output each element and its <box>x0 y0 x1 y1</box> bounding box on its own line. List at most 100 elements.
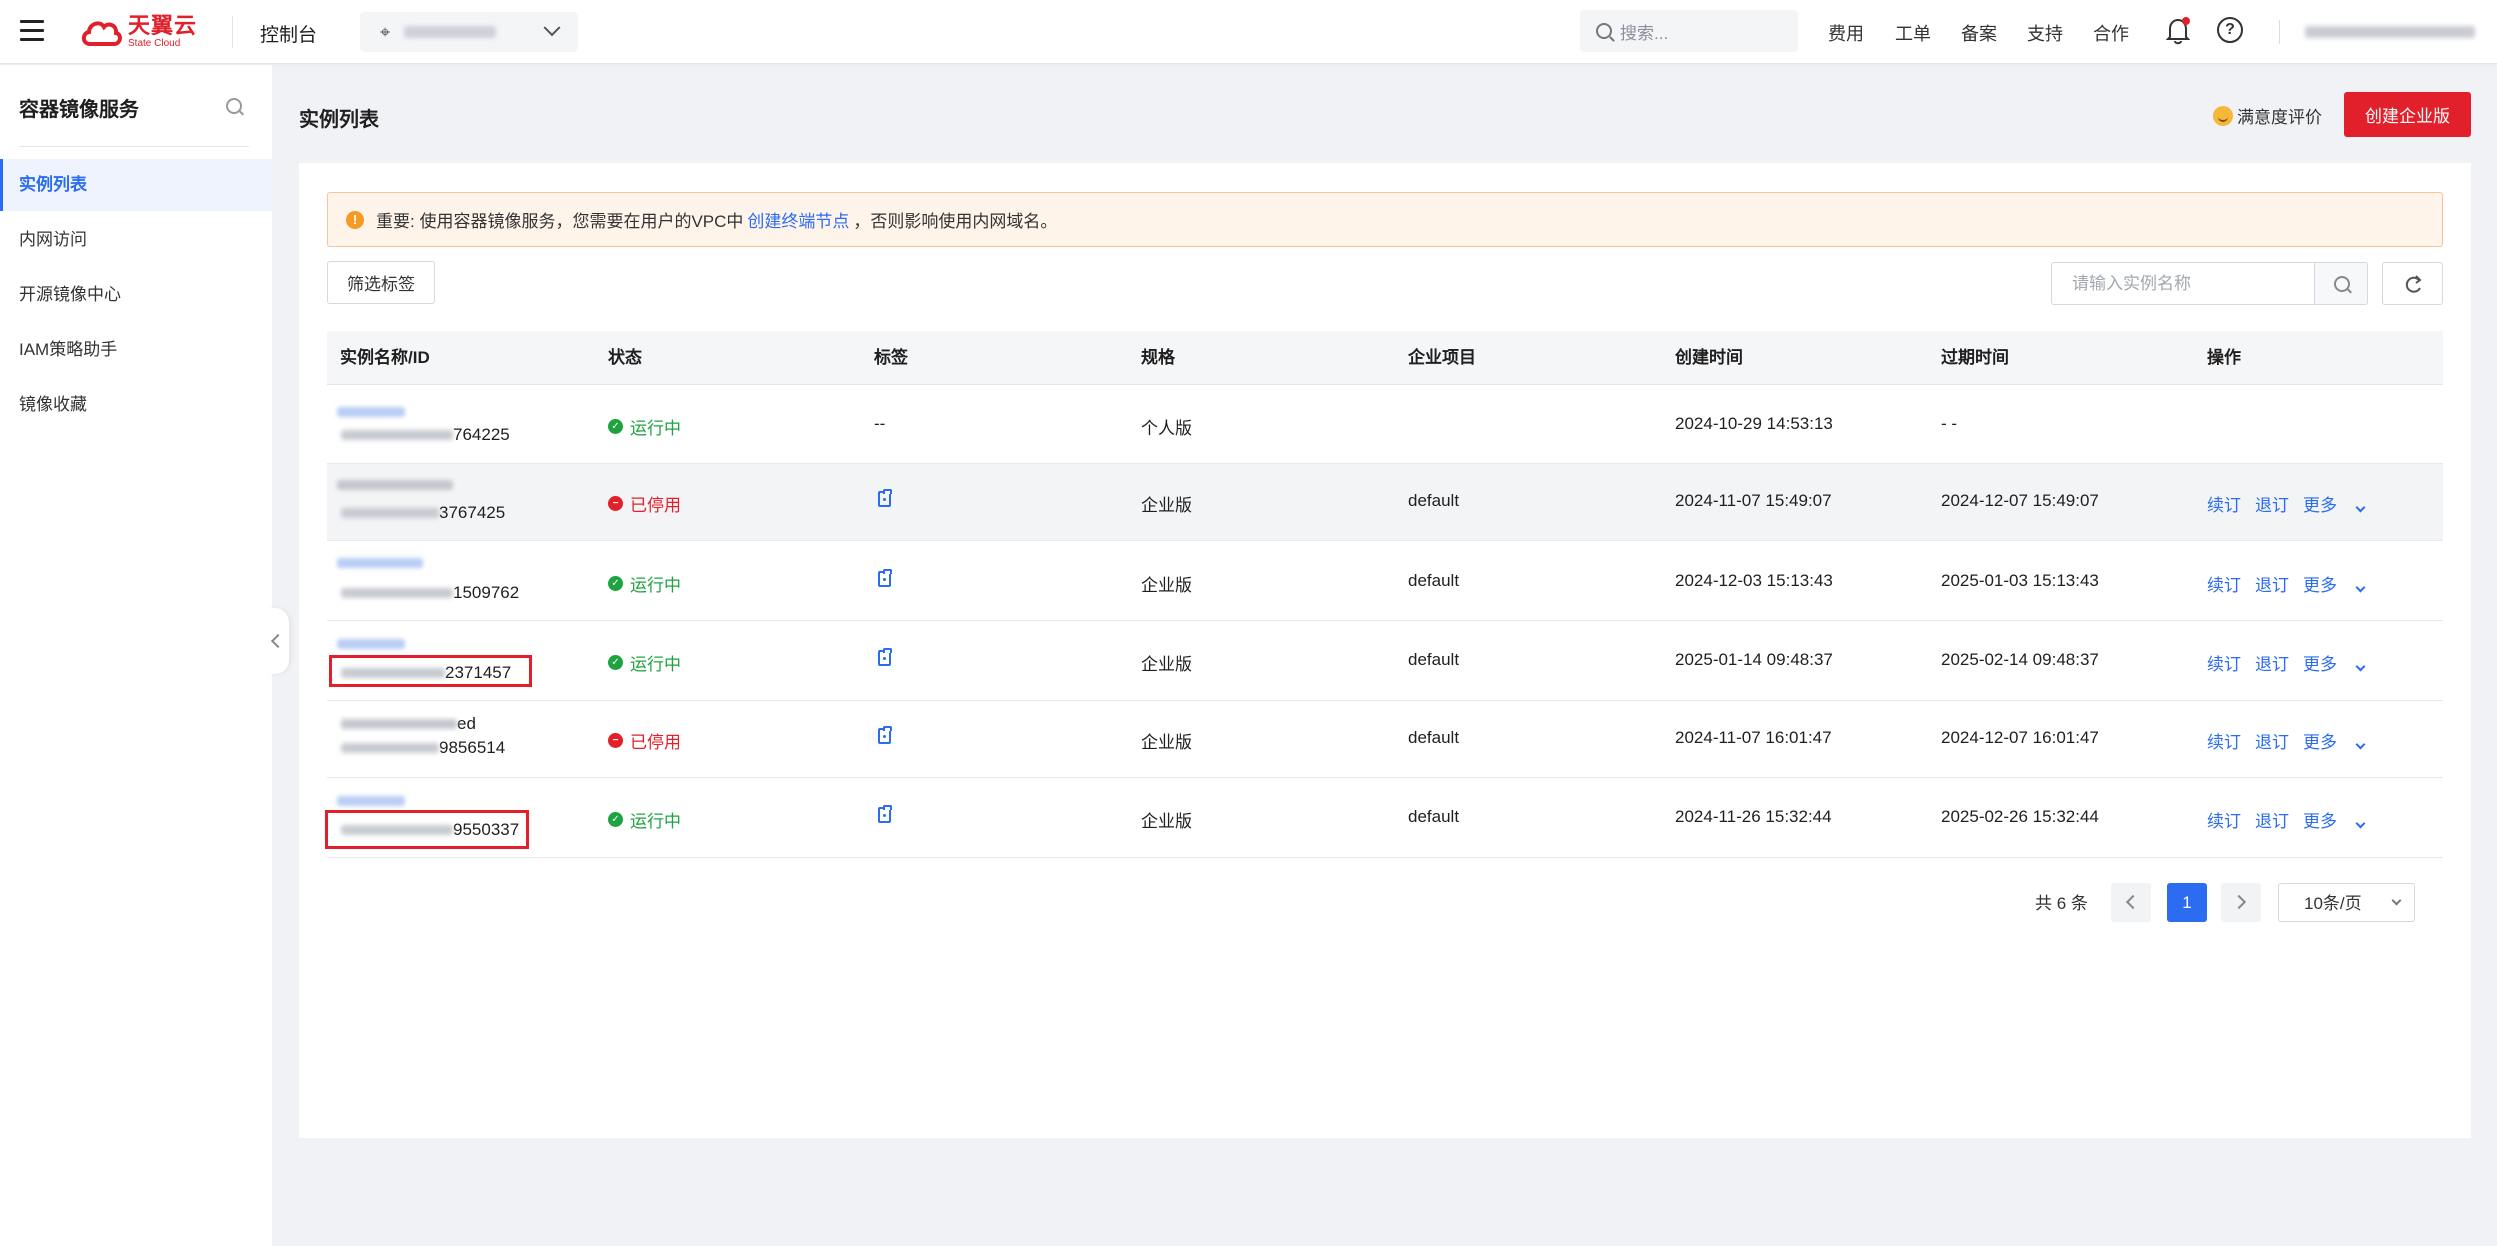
renew-link[interactable]: 续订 <box>2207 807 2241 832</box>
nav-support[interactable]: 支持 <box>2027 20 2063 46</box>
next-page-button[interactable] <box>2221 883 2261 922</box>
page-size-select[interactable]: 10条/页 <box>2278 883 2415 922</box>
console-link[interactable]: 控制台 <box>260 20 317 47</box>
spec-value: 企业版 <box>1141 576 1192 595</box>
tag-icon <box>878 726 892 744</box>
sidebar-collapse-handle[interactable] <box>267 608 289 674</box>
more-label: 更多 <box>2303 655 2337 674</box>
tag-empty: -- <box>874 414 886 433</box>
page-number-current[interactable]: 1 <box>2167 883 2207 922</box>
nav-fees[interactable]: 费用 <box>1828 20 1864 46</box>
create-endpoint-link[interactable]: 创建终端节点 <box>747 207 849 232</box>
nav-filing[interactable]: 备案 <box>1961 20 1997 46</box>
sidebar-item-open-source-mirror[interactable]: 开源镜像中心 <box>0 269 272 321</box>
filter-tags-button[interactable]: 筛选标签 <box>327 261 435 304</box>
chevron-down-icon <box>2355 582 2366 593</box>
sidebar-title: 容器镜像服务 <box>19 99 139 121</box>
row-actions: 续订 退订 更多 <box>2207 571 2366 596</box>
spec-value: 企业版 <box>1141 655 1192 674</box>
col-header-project: 企业项目 <box>1408 348 1476 367</box>
sidebar-item-intranet-access[interactable]: 内网访问 <box>0 214 272 266</box>
renew-link[interactable]: 续订 <box>2207 650 2241 675</box>
tag-button[interactable] <box>878 648 892 666</box>
sidebar-item-iam-helper[interactable]: IAM策略助手 <box>0 324 272 376</box>
divider <box>2279 20 2280 44</box>
refresh-icon <box>2405 275 2422 293</box>
search-button[interactable] <box>2314 262 2368 305</box>
prev-page-button[interactable] <box>2111 883 2151 922</box>
page-title: 实例列表 <box>299 109 379 131</box>
tag-button[interactable] <box>878 805 892 823</box>
more-dropdown[interactable]: 更多 <box>2303 650 2366 675</box>
unsubscribe-link[interactable]: 退订 <box>2255 571 2289 596</box>
more-dropdown[interactable]: 更多 <box>2303 728 2366 753</box>
instance-name-link[interactable]: ed <box>341 714 476 734</box>
row-actions: 续订 退订 更多 <box>2207 807 2366 832</box>
help-icon[interactable]: ? <box>2217 17 2243 43</box>
spec-value: 企业版 <box>1141 496 1192 515</box>
nav-partner[interactable]: 合作 <box>2093 20 2129 46</box>
spec-value: 企业版 <box>1141 812 1192 831</box>
notice-prefix: 重要: 使用容器镜像服务，您需要在用户的VPC中 <box>376 212 744 231</box>
unsubscribe-link[interactable]: 退订 <box>2255 728 2289 753</box>
status-stopped: − 已停用 <box>608 728 681 753</box>
menu-icon[interactable] <box>20 20 44 42</box>
renew-link[interactable]: 续订 <box>2207 728 2241 753</box>
region-select[interactable]: ⌖ <box>360 12 578 52</box>
status-label: 已停用 <box>630 496 681 515</box>
sidebar-search-icon[interactable] <box>226 98 242 114</box>
status-label: 运行中 <box>630 419 681 438</box>
unsubscribe-link[interactable]: 退订 <box>2255 807 2289 832</box>
tag-button[interactable] <box>878 489 892 507</box>
tag-icon <box>878 569 892 587</box>
create-enterprise-button[interactable]: 创建企业版 <box>2344 92 2471 137</box>
created-time: 2024-11-26 15:32:44 <box>1675 807 1832 826</box>
chevron-down-icon <box>2355 661 2366 672</box>
notification-dot <box>2182 17 2190 25</box>
instance-name-link[interactable] <box>337 480 453 490</box>
user-account-redacted[interactable] <box>2305 26 2475 38</box>
more-dropdown[interactable]: 更多 <box>2303 807 2366 832</box>
logo[interactable]: 天翼云 State Cloud <box>80 14 197 50</box>
refresh-button[interactable] <box>2382 262 2443 305</box>
tag-button[interactable] <box>878 569 892 587</box>
expire-time: 2024-12-07 15:49:07 <box>1941 491 2099 510</box>
table-row: 3767425 − 已停用 企业版 default 2024-11-07 15:4… <box>327 464 2443 541</box>
tag-button[interactable] <box>878 726 892 744</box>
more-dropdown[interactable]: 更多 <box>2303 571 2366 596</box>
more-label: 更多 <box>2303 576 2337 595</box>
check-circle-icon: ✓ <box>608 419 623 434</box>
instance-name-link[interactable] <box>337 796 405 806</box>
unsubscribe-link[interactable]: 退订 <box>2255 491 2289 516</box>
instance-id-suffix: 9856514 <box>439 738 506 757</box>
instance-name-suffix: ed <box>457 714 476 733</box>
col-header-expires: 过期时间 <box>1941 348 2009 367</box>
table-row: 9550337 ✓ 运行中 企业版 default 2024-11-26 15:3… <box>325 778 2443 858</box>
check-circle-icon: ✓ <box>608 812 623 827</box>
renew-link[interactable]: 续订 <box>2207 571 2241 596</box>
instance-id: 9856514 <box>341 738 505 758</box>
col-header-spec: 规格 <box>1141 348 1175 367</box>
sidebar-item-instance-list[interactable]: 实例列表 <box>0 159 272 211</box>
instance-table: 实例名称/ID 状态 标签 规格 企业项目 创建时间 过期时间 操作 76422… <box>325 331 2443 858</box>
nav-tickets[interactable]: 工单 <box>1895 20 1931 46</box>
instance-id: 3767425 <box>341 503 505 523</box>
created-time: 2024-11-07 16:01:47 <box>1675 728 1832 747</box>
unsubscribe-link[interactable]: 退订 <box>2255 650 2289 675</box>
sidebar-item-image-favorites[interactable]: 镜像收藏 <box>0 379 272 431</box>
status-running: ✓ 运行中 <box>608 414 681 439</box>
instance-name-link[interactable] <box>337 558 423 568</box>
notice-suffix: ，否则影响使用内网域名。 <box>853 212 1058 231</box>
instance-name-link[interactable] <box>337 407 405 417</box>
instance-name-link[interactable] <box>337 639 405 649</box>
status-running: ✓ 运行中 <box>608 571 681 596</box>
instance-id-suffix: 764225 <box>453 425 510 444</box>
satisfaction-link[interactable]: 满意度评价 <box>2213 103 2322 128</box>
more-dropdown[interactable]: 更多 <box>2303 491 2366 516</box>
more-label: 更多 <box>2303 733 2337 752</box>
global-search[interactable]: 搜索... <box>1580 10 1798 52</box>
expire-time: 2025-01-03 15:13:43 <box>1941 571 2099 590</box>
renew-link[interactable]: 续订 <box>2207 491 2241 516</box>
instance-name-search-input[interactable] <box>2051 262 2315 305</box>
bell-icon[interactable] <box>2165 17 2191 45</box>
